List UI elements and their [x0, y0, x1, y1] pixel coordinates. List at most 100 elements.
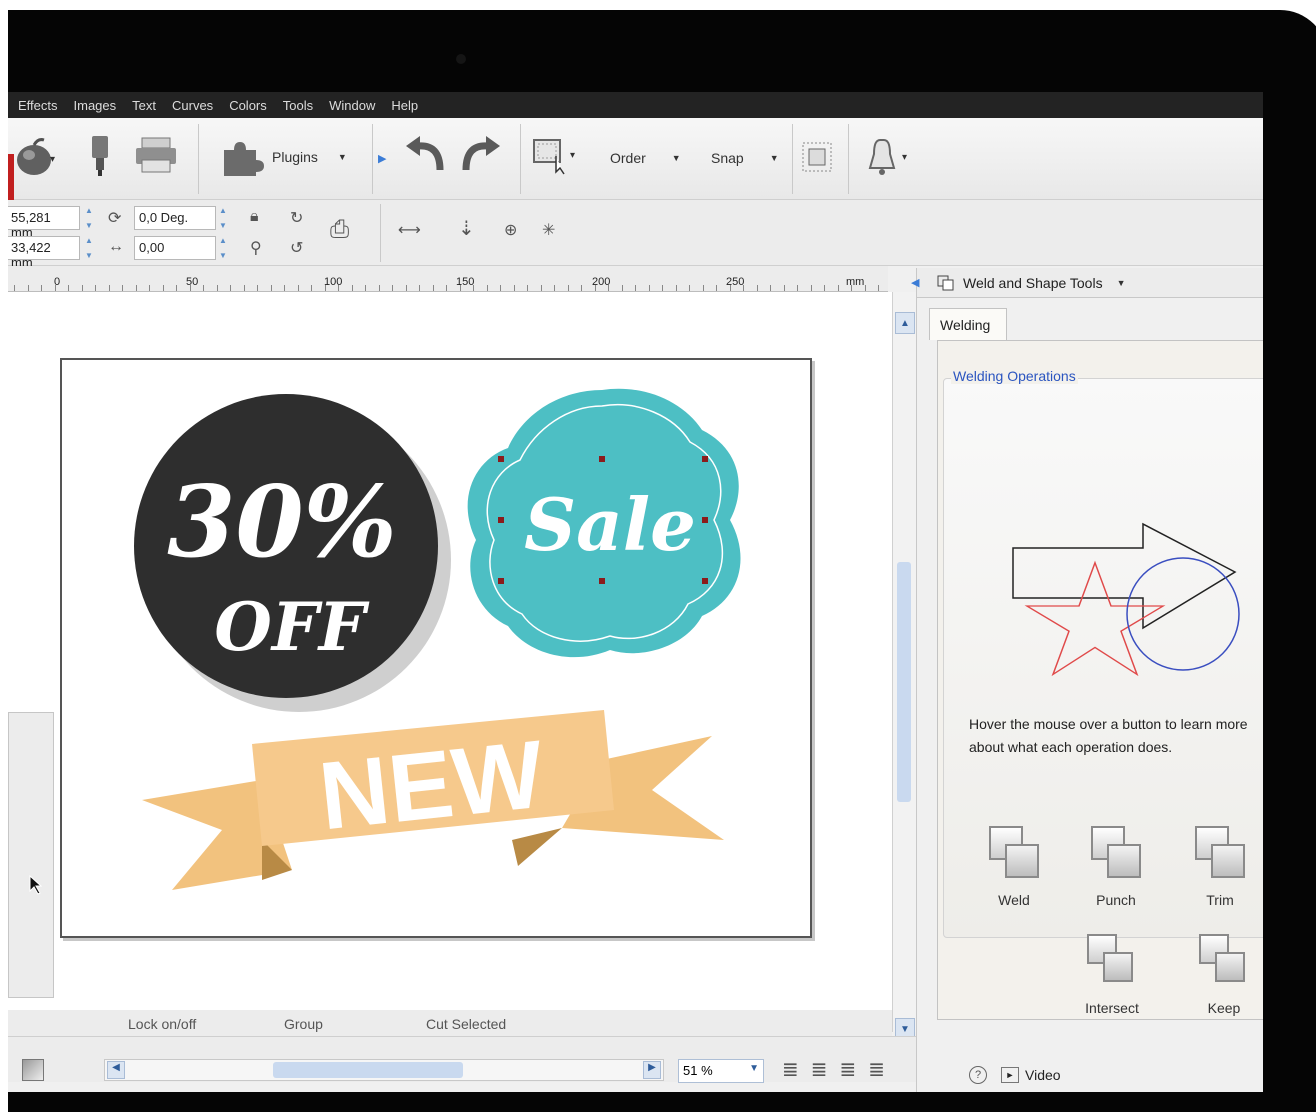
ruler-tick-mark — [540, 285, 542, 291]
design-page[interactable]: 30% OFF Sale NEW — [60, 358, 812, 938]
expand-arrow-icon[interactable]: ▶ — [378, 152, 386, 165]
layer-icon[interactable]: ≣ — [840, 1057, 857, 1082]
punch-icon — [1089, 824, 1143, 882]
tab-welding[interactable]: Welding — [929, 308, 1007, 340]
rotation-field[interactable]: 0,0 Deg. — [134, 206, 216, 230]
ruler-tick-mark — [419, 285, 420, 291]
menu-tools[interactable]: Tools — [283, 98, 313, 113]
panel-header[interactable]: ◀ Weld and Shape Tools ▼ — [911, 268, 1263, 298]
video-label[interactable]: Video — [1025, 1067, 1061, 1083]
ruler-tick-mark — [473, 285, 474, 291]
rotation-spinner[interactable]: ▲ ▼ — [216, 206, 230, 230]
collapse-arrow-icon[interactable]: ◀ — [911, 276, 919, 289]
lock-toggle-button[interactable]: Lock on/off — [128, 1016, 196, 1032]
menu-window[interactable]: Window — [329, 98, 375, 113]
ruler-tick-mark — [594, 285, 596, 291]
color-swatch-icon[interactable] — [22, 1059, 44, 1081]
chevron-down-icon[interactable]: ▼ — [1117, 278, 1126, 288]
distribute-vertical-icon[interactable]: ⇣ — [458, 216, 475, 241]
scroll-left-button[interactable]: ◀ — [107, 1061, 125, 1079]
status-bar: Lock on/off Group Cut Selected — [8, 1010, 892, 1036]
ruler-tick-mark — [567, 285, 569, 291]
trim-icon — [1193, 824, 1247, 882]
menu-effects[interactable]: Effects — [18, 98, 58, 113]
horizontal-scrollbar[interactable]: ◀ ▶ — [104, 1059, 664, 1081]
trim-button[interactable]: Trim — [1193, 824, 1247, 908]
sale-text: Sale — [524, 482, 696, 567]
weld-button[interactable]: Weld — [987, 824, 1041, 908]
ruler-tick-mark — [135, 285, 137, 291]
x-position-field[interactable]: 55,281 mm — [8, 206, 80, 240]
ruler-tick-mark — [122, 285, 123, 291]
vertical-scrollbar[interactable]: ▲ ▼ — [892, 292, 916, 1040]
redo-button[interactable] — [458, 134, 506, 176]
y-position-field[interactable]: 33,422 mm — [8, 236, 80, 270]
chevron-down-icon: ▼ — [749, 1063, 759, 1074]
refresh-icon[interactable]: ↺ — [290, 238, 303, 258]
ruler-tick-mark — [635, 285, 636, 291]
keep-button[interactable]: Keep — [1197, 932, 1251, 1016]
ruler-tick-mark — [14, 285, 15, 291]
group-objects-button[interactable] — [800, 140, 834, 176]
link-icon[interactable]: ⚲ — [250, 238, 262, 258]
center-page-icon[interactable]: ✳ — [542, 220, 555, 240]
menu-images[interactable]: Images — [74, 98, 117, 113]
shear-field[interactable]: 0,00 — [134, 236, 216, 260]
group-button[interactable]: Group — [284, 1016, 323, 1032]
menu-help[interactable]: Help — [391, 98, 418, 113]
blade-tool-button[interactable] — [88, 134, 112, 178]
ruler-tick-mark — [648, 285, 650, 291]
ruler-unit-label: mm — [846, 276, 865, 288]
ruler-tick-mark — [446, 285, 447, 291]
notification-bell-button[interactable]: ▾ — [862, 136, 912, 178]
menu-curves[interactable]: Curves — [172, 98, 213, 113]
horizontal-ruler: 0 50 100 150 200 250 mm — [8, 266, 888, 292]
cut-selected-button[interactable]: Cut Selected — [426, 1016, 506, 1032]
select-tool-button[interactable]: ▾ — [532, 136, 578, 176]
apple-tool-button[interactable]: ▾ — [12, 136, 58, 178]
vertical-scroll-thumb[interactable] — [897, 562, 911, 802]
new-ribbon[interactable]: NEW — [142, 710, 724, 890]
shear-spinner[interactable]: ▲ ▼ — [216, 236, 230, 260]
undo-button[interactable] — [400, 134, 448, 176]
ruler-tick-mark — [554, 285, 555, 291]
menu-colors[interactable]: Colors — [229, 98, 267, 113]
snap-dropdown[interactable]: Snap ▼ — [711, 150, 779, 166]
distribute-horizontal-icon[interactable]: ⟷ — [398, 220, 421, 240]
group-title: Welding Operations — [951, 368, 1078, 384]
horizontal-scroll-thumb[interactable] — [273, 1062, 463, 1078]
order-dropdown[interactable]: Order ▼ — [610, 150, 681, 166]
print-button[interactable] — [134, 136, 180, 176]
sale-badge[interactable]: Sale — [467, 388, 741, 658]
layer-icon[interactable]: ≣ — [868, 1057, 885, 1082]
x-position-spinner[interactable]: ▲ ▼ — [82, 206, 96, 230]
align-center-icon[interactable]: ⊕ — [504, 220, 517, 240]
menu-text[interactable]: Text — [132, 98, 156, 113]
ruler-tick-mark — [54, 285, 56, 291]
intersect-button[interactable]: Intersect — [1085, 932, 1139, 1016]
layer-icon[interactable]: ≣ — [782, 1057, 799, 1082]
layer-icon[interactable]: ≣ — [811, 1057, 828, 1082]
play-video-icon[interactable]: ► — [1001, 1067, 1019, 1083]
zoom-select[interactable]: 51 % ▼ — [678, 1059, 764, 1083]
ruler-tick-mark — [851, 285, 852, 291]
plugins-button[interactable]: Plugins ▼ — [218, 136, 347, 178]
y-position-spinner[interactable]: ▲ ▼ — [82, 236, 96, 260]
toolbar-separator — [848, 124, 849, 194]
discount-badge[interactable]: 30% OFF — [134, 394, 451, 712]
rotate-cw-icon[interactable]: ↻ — [290, 208, 303, 228]
punch-button[interactable]: Punch — [1089, 824, 1143, 908]
camera-icon[interactable]: ⎙ — [330, 216, 349, 244]
canvas-area[interactable]: 30% OFF Sale NEW — [8, 292, 892, 1010]
ruler-tick-mark — [689, 285, 690, 291]
scroll-right-button[interactable]: ▶ — [643, 1061, 661, 1079]
help-icon[interactable]: ? — [969, 1066, 987, 1084]
panel-title: Weld and Shape Tools — [963, 274, 1103, 291]
ruler-tick-mark — [297, 285, 299, 291]
ruler-tick-mark — [837, 285, 839, 291]
ruler-tick-mark — [675, 285, 677, 291]
scroll-up-button[interactable]: ▲ — [895, 312, 915, 334]
welding-illustration — [1012, 522, 1240, 677]
lock-icon[interactable]: 🔒︎ — [250, 208, 259, 226]
ruler-tick-mark — [770, 285, 771, 291]
